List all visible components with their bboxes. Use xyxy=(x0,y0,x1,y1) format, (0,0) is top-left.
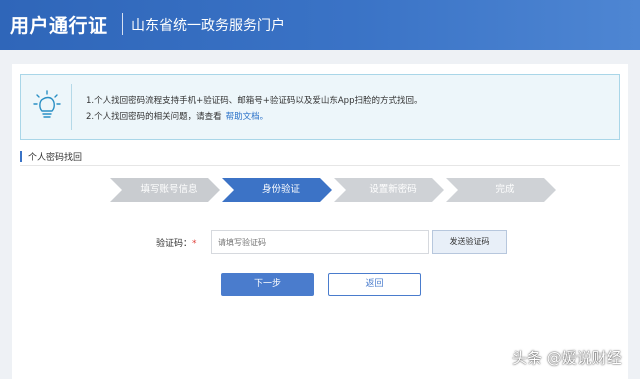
notice-box: 1.个人找回密码流程支持手机+验证码、邮箱号+验证码以及爱山东App扫脸的方式找… xyxy=(20,74,620,140)
back-button[interactable]: 返回 xyxy=(328,273,421,296)
code-label-text: 验证码： xyxy=(156,239,193,249)
notice-line-1: 1.个人找回密码流程支持手机+验证码、邮箱号+验证码以及爱山东App扫脸的方式找… xyxy=(86,96,423,106)
step-label: 身份验证 xyxy=(261,184,300,195)
send-code-button[interactable]: 发送验证码 xyxy=(432,230,507,254)
lightbulb-icon xyxy=(33,90,61,118)
section-accent-bar xyxy=(20,151,22,162)
step-set-password: 设置新密码 xyxy=(334,178,444,202)
notice-line-2: 2.个人找回密码的相关问题，请查看 帮助文档。 xyxy=(86,110,268,122)
step-verify-identity: 身份验证 xyxy=(222,178,332,202)
step-label: 完成 xyxy=(495,184,515,195)
next-button[interactable]: 下一步 xyxy=(221,273,314,296)
watermark: 头条 @媛说财经 xyxy=(512,349,622,367)
required-mark: * xyxy=(192,239,197,249)
step-label: 设置新密码 xyxy=(369,184,417,195)
verification-code-input[interactable] xyxy=(211,230,429,254)
header-divider xyxy=(122,13,123,35)
step-complete: 完成 xyxy=(446,178,556,202)
notice-line-2-text: 2.个人找回密码的相关问题，请查看 xyxy=(86,112,222,122)
progress-steps: 填写账号信息 身份验证 设置新密码 完成 xyxy=(110,178,570,202)
step-fill-account: 填写账号信息 xyxy=(110,178,220,202)
code-label: 验证码：* xyxy=(156,236,197,249)
top-header: 用户通行证 山东省统一政务服务门户 xyxy=(0,0,640,50)
main-card: 1.个人找回密码流程支持手机+验证码、邮箱号+验证码以及爱山东App扫脸的方式找… xyxy=(12,64,628,379)
brand-title[interactable]: 用户通行证 xyxy=(10,11,108,38)
step-label: 填写账号信息 xyxy=(140,184,198,195)
notice-divider xyxy=(71,84,72,130)
section-title: 个人密码找回 xyxy=(28,153,83,163)
help-doc-link[interactable]: 帮助文档。 xyxy=(226,112,269,122)
section-header: 个人密码找回 xyxy=(20,150,620,166)
portal-title[interactable]: 山东省统一政务服务门户 xyxy=(131,15,285,35)
